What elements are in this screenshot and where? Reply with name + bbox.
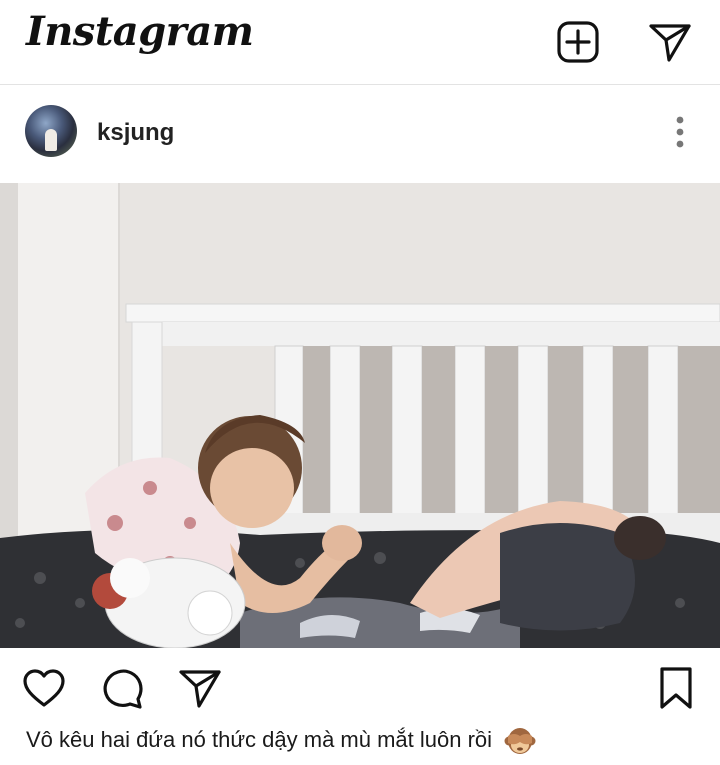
top-bar: Instagram xyxy=(0,0,720,85)
avatar[interactable] xyxy=(25,105,77,157)
caption-text: Vô kêu hai đứa nó thức dậy mà mù mắt luô… xyxy=(26,726,493,752)
new-post-icon[interactable] xyxy=(556,20,600,64)
see-no-evil-monkey-icon xyxy=(504,726,536,756)
share-icon[interactable] xyxy=(178,666,222,710)
more-options-icon[interactable] xyxy=(668,114,692,150)
comment-icon[interactable] xyxy=(100,666,144,710)
save-icon[interactable] xyxy=(654,666,698,710)
post-caption: Vô kêu hai đứa nó thức dậy mà mù mắt luô… xyxy=(26,726,536,756)
post-header: ksjung xyxy=(0,86,720,182)
post-username[interactable]: ksjung xyxy=(97,119,174,147)
like-icon[interactable] xyxy=(22,666,66,710)
post-actions xyxy=(0,650,720,720)
direct-message-icon[interactable] xyxy=(648,20,692,64)
instagram-logo[interactable]: Instagram xyxy=(26,8,254,55)
post-photo[interactable] xyxy=(0,183,720,648)
